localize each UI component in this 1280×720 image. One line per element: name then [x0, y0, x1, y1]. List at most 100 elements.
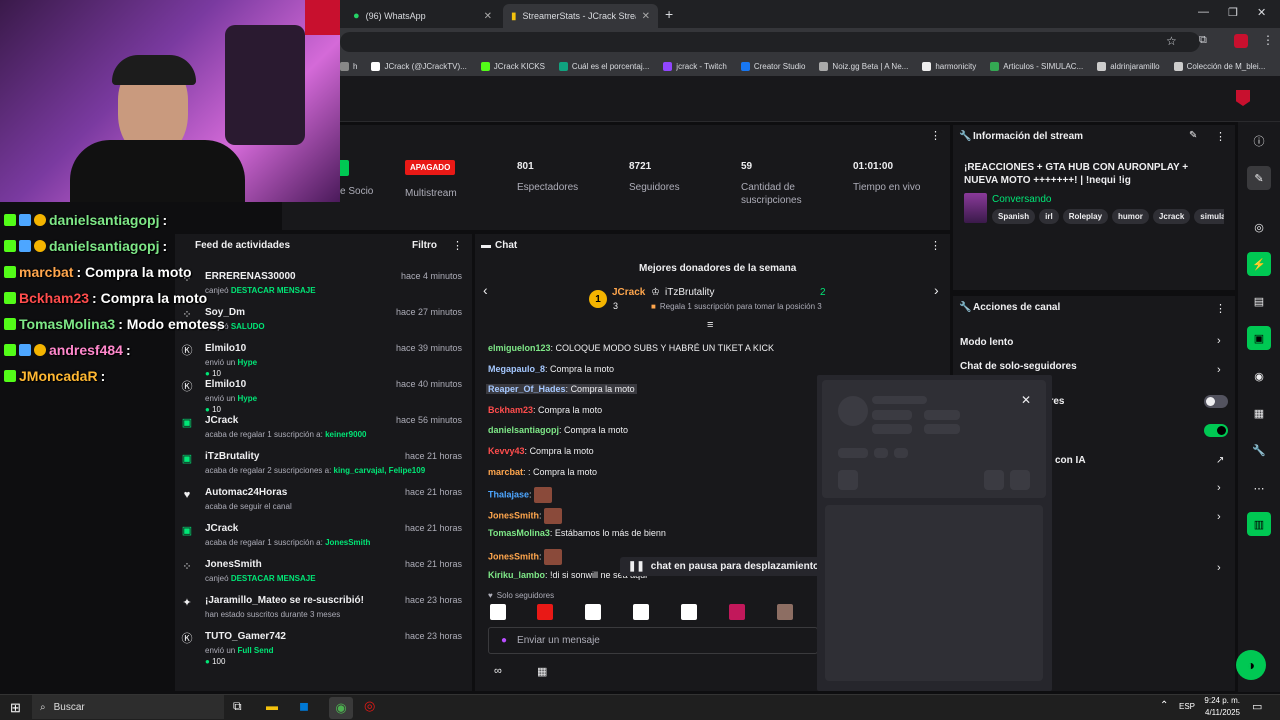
- windows-start-icon[interactable]: ⊞: [10, 700, 21, 716]
- restore-icon[interactable]: ❐: [1228, 6, 1238, 19]
- chat-menu-icon[interactable]: ⋮: [930, 239, 941, 252]
- chat-paused-banner[interactable]: ❚❚ chat en pausa para desplazamiento: [620, 557, 828, 576]
- file-explorer-icon[interactable]: ▬: [266, 699, 278, 713]
- clock-date[interactable]: 4/11/2025: [1200, 708, 1240, 717]
- feed-item[interactable]: ✦ ¡Jaramillo_Mateo se re-suscribió! hace 2…: [181, 595, 466, 629]
- stream-tag[interactable]: humor: [1112, 209, 1149, 224]
- chevron-right-icon[interactable]: ›: [1217, 335, 1221, 347]
- bookmark-item[interactable]: JCrack (@JCrackTV)...: [371, 61, 467, 71]
- chat-message[interactable]: marcbat: : Compra la moto: [488, 467, 597, 477]
- chevron-right-icon[interactable]: ›: [1217, 511, 1221, 523]
- chat-username[interactable]: elmiguelon123: [488, 343, 551, 353]
- donor2-name[interactable]: iTzBrutality: [665, 287, 714, 298]
- chat-username[interactable]: Bckham23: [488, 405, 533, 415]
- url-input[interactable]: [340, 32, 1200, 52]
- stream-tag[interactable]: Spanish: [992, 209, 1036, 224]
- close-icon[interactable]: ✕: [1021, 393, 1031, 407]
- stream-tag[interactable]: Jcrack: [1152, 209, 1191, 224]
- chevron-right-icon[interactable]: ›: [1217, 562, 1221, 574]
- broadcast-icon[interactable]: ◉: [1247, 364, 1271, 388]
- chat-message[interactable]: Kevvy43: Compra la moto: [488, 446, 594, 456]
- chat-message[interactable]: Reaper_Of_Hades: Compra la moto: [486, 384, 637, 395]
- emote-5[interactable]: [681, 604, 697, 620]
- extensions-icon[interactable]: ⧉: [1199, 34, 1207, 47]
- bookmark-item[interactable]: jcrack - Twitch: [663, 61, 727, 71]
- channel-actions-menu-icon[interactable]: ⋮: [1215, 302, 1226, 315]
- followers-only-label[interactable]: Chat de solo-seguidores: [960, 361, 1077, 372]
- edit-icon[interactable]: ✎: [1189, 130, 1197, 141]
- stream-tag[interactable]: irl: [1039, 209, 1059, 224]
- category-thumbnail[interactable]: [964, 193, 987, 223]
- bookmark-item[interactable]: Articulos - SIMULAC...: [990, 61, 1083, 71]
- filter-button[interactable]: Filtro: [412, 240, 437, 251]
- feed-item[interactable]: ⁘ JonesSmith hace 21 horas canjeó DESTACAR …: [181, 559, 466, 593]
- outlook-icon[interactable]: ◼: [299, 699, 309, 713]
- chat-username[interactable]: JonesSmith: [488, 551, 539, 561]
- language-indicator[interactable]: ESP: [1179, 702, 1195, 711]
- emotes-toggle[interactable]: [1204, 395, 1228, 408]
- task-view-icon[interactable]: ⧉: [233, 699, 242, 714]
- chat-message[interactable]: Megapaulo_8: Compra la moto: [488, 364, 614, 374]
- feed-item[interactable]: ⁘ ERRERENAS30000 hace 4 minutos canjeó DEST…: [181, 271, 466, 305]
- help-chat-icon[interactable]: ◑: [1236, 650, 1266, 680]
- clapperboard-icon[interactable]: ▥: [1247, 512, 1271, 536]
- store-icon[interactable]: ▦: [537, 665, 547, 678]
- close-tab-icon[interactable]: ✕: [484, 11, 492, 22]
- stream-tag[interactable]: Roleplay: [1062, 209, 1109, 224]
- bookmark-item[interactable]: Creator Studio: [740, 61, 805, 71]
- slow-mode-label[interactable]: Modo lento: [960, 337, 1013, 348]
- chat-message[interactable]: danielsantiagopj: Compra la moto: [488, 425, 628, 435]
- feed-item[interactable]: ▣ iTzBrutality hace 21 horas acaba de regal…: [181, 451, 466, 485]
- bookmark-item[interactable]: Noiz.gg Beta | A Ne...: [819, 61, 908, 71]
- clock-time[interactable]: 9:24 p. m.: [1204, 696, 1240, 705]
- bookmark-item[interactable]: harmonicity: [922, 61, 976, 71]
- chat-message[interactable]: elmiguelon123: COLOQUE MODO SUBS Y HABRÉ…: [488, 343, 774, 353]
- donor1-name[interactable]: JCrack: [612, 287, 645, 298]
- lightning-icon[interactable]: ⚡: [1247, 252, 1271, 276]
- emote-7[interactable]: [777, 604, 793, 620]
- subs-toggle[interactable]: [1204, 424, 1228, 437]
- emote-6[interactable]: [729, 604, 745, 620]
- chat-username[interactable]: danielsantiagopj: [488, 425, 559, 435]
- stats-menu-icon[interactable]: ⋮: [930, 129, 941, 142]
- chat-message[interactable]: TomasMolina3: Estábamos lo más de bienn: [488, 528, 666, 538]
- chat-username[interactable]: Kevvy43: [488, 446, 525, 456]
- info-icon[interactable]: ⓘ: [1247, 129, 1271, 153]
- feed-item[interactable]: Ⓚ Elmilo10 hace 40 minutos envió un Hype ● 1…: [181, 379, 466, 414]
- chat-username[interactable]: marcbat: [488, 467, 523, 477]
- emote-4[interactable]: [633, 604, 649, 620]
- pin-icon[interactable]: ≡: [707, 319, 713, 331]
- bookmark-item[interactable]: JCrack KICKS: [480, 61, 545, 71]
- feed-item[interactable]: ▣ JCrack hace 56 minutos acaba de regalar 1…: [181, 415, 466, 449]
- chat-message[interactable]: JonesSmith:: [488, 507, 563, 524]
- layout-icon[interactable]: ▦: [1247, 401, 1271, 425]
- clipboard-icon[interactable]: ▤: [1247, 289, 1271, 313]
- tab-whatsapp[interactable]: ● (96) WhatsApp ✕: [345, 4, 500, 28]
- bookmark-item[interactable]: h: [340, 61, 357, 71]
- bookmark-item[interactable]: aldrinjaramillo: [1097, 61, 1160, 71]
- emote-3[interactable]: [585, 604, 601, 620]
- chat-bubble-icon[interactable]: ▣: [1247, 326, 1271, 350]
- chevron-left-icon[interactable]: ‹: [483, 282, 488, 298]
- stream-info-menu-icon[interactable]: ⋮: [1215, 130, 1226, 143]
- feed-item[interactable]: ♥ Automac24Horas hace 21 horas acaba de seg…: [181, 487, 466, 521]
- feed-item[interactable]: ▣ JCrack hace 21 horas acaba de regalar 1 s…: [181, 523, 466, 557]
- new-tab-button[interactable]: +: [665, 6, 673, 22]
- chrome-icon[interactable]: ◉: [329, 697, 353, 719]
- tool-icon[interactable]: 🔧: [1247, 438, 1271, 462]
- chevron-right-icon[interactable]: ›: [1217, 364, 1221, 376]
- microphone-icon[interactable]: ●: [501, 635, 507, 646]
- share-icon[interactable]: ⋯: [1247, 476, 1271, 500]
- ai-mod-label[interactable]: con IA: [1055, 455, 1086, 466]
- external-link-icon[interactable]: ↗: [1216, 455, 1224, 466]
- chat-username[interactable]: Reaper_Of_Hades: [488, 384, 566, 394]
- chat-username[interactable]: Megapaulo_8: [488, 364, 545, 374]
- emote-1[interactable]: [490, 604, 506, 620]
- chat-message[interactable]: Thalajase:: [488, 487, 553, 504]
- notification-icon[interactable]: ▭: [1252, 700, 1262, 713]
- feed-menu-icon[interactable]: ⋮: [452, 239, 463, 252]
- taskbar-search[interactable]: ⌕ Buscar: [32, 695, 224, 719]
- minimize-icon[interactable]: —: [1198, 6, 1209, 18]
- chevron-right-icon[interactable]: ›: [1217, 482, 1221, 494]
- feed-item[interactable]: Ⓚ Elmilo10 hace 39 minutos envió un Hype ● 1…: [181, 343, 466, 378]
